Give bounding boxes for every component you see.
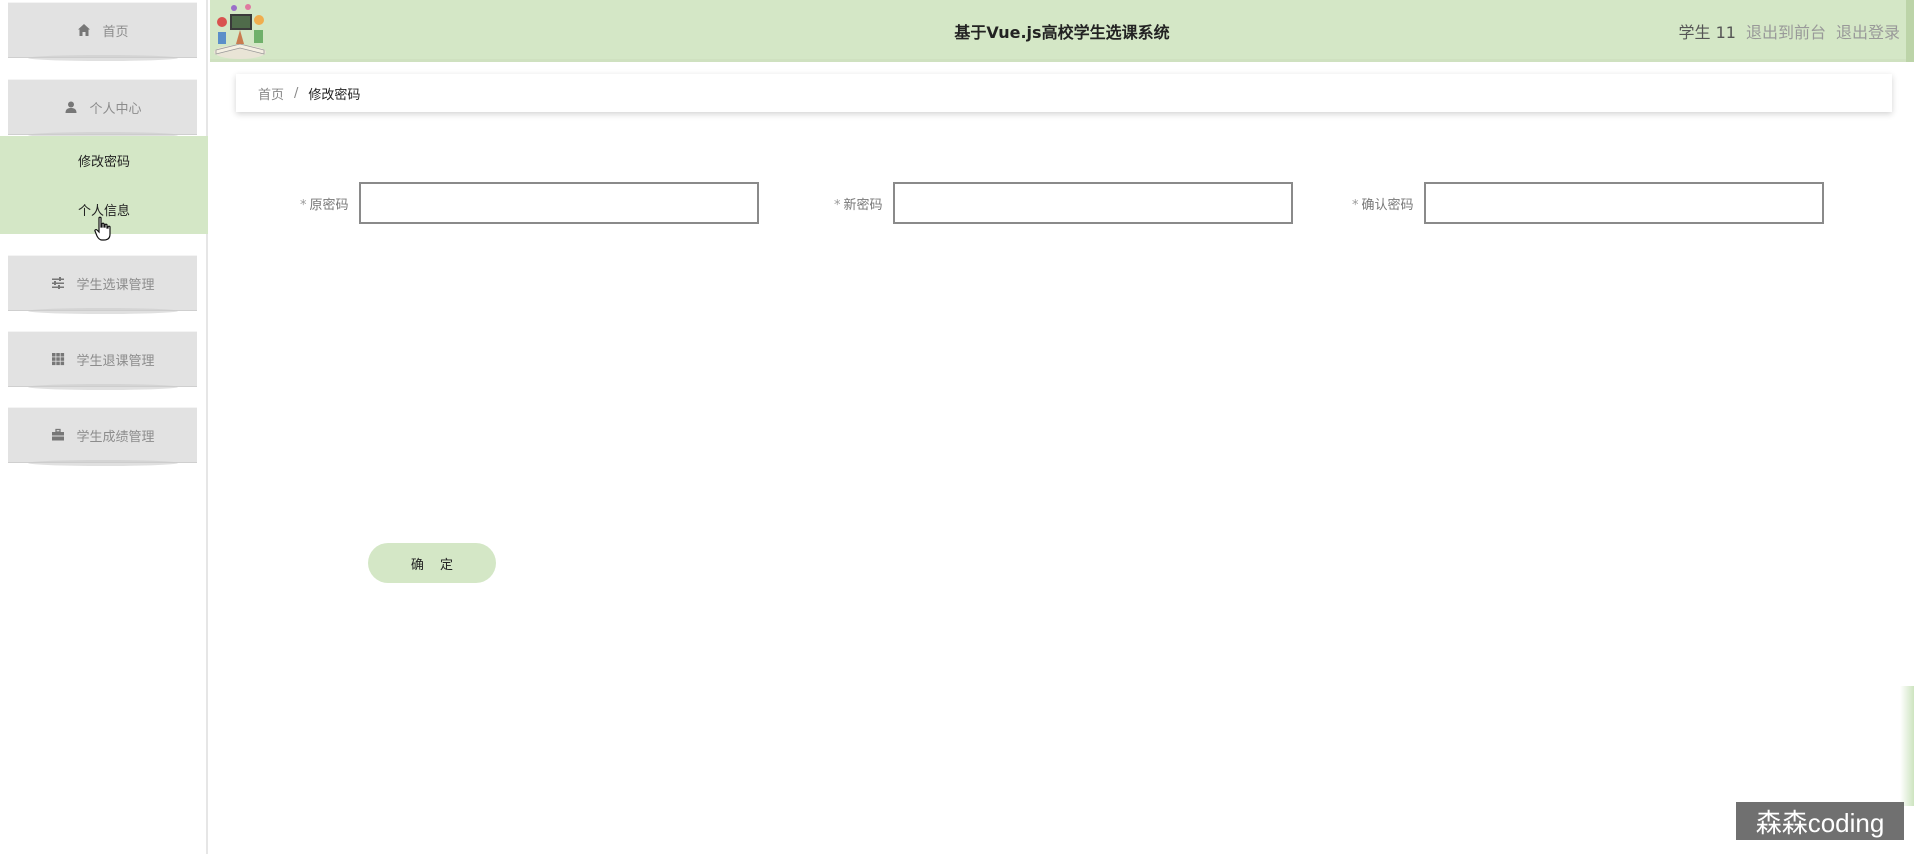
sidebar: 首页 个人中心 修改密码 个人信息 学生选课管理 学生退课管理 学生成绩管理	[0, 0, 208, 854]
confirm-password-label-text: 确认密码	[1361, 197, 1414, 213]
old-password-label: * 原密码	[300, 194, 359, 213]
app-title: 基于Vue.js高校学生选课系统	[954, 23, 1170, 42]
required-mark: *	[300, 197, 307, 213]
watermark: 森森coding	[1736, 802, 1904, 840]
sidebar-item-course-select[interactable]: 学生选课管理	[8, 255, 197, 311]
old-password-row: * 原密码	[300, 182, 759, 224]
breadcrumb: 首页 / 修改密码	[236, 74, 1892, 112]
old-password-label-text: 原密码	[309, 197, 349, 213]
top-header: 基于Vue.js高校学生选课系统 学生 11 退出到前台 退出登录	[210, 0, 1914, 62]
submenu-item-change-password[interactable]: 修改密码	[0, 136, 208, 185]
logout-link[interactable]: 退出登录	[1836, 19, 1900, 43]
breadcrumb-separator: /	[294, 85, 299, 101]
sidebar-item-label: 个人中心	[89, 101, 142, 117]
new-password-label-text: 新密码	[843, 197, 883, 213]
sidebar-item-label: 学生选课管理	[76, 277, 155, 293]
confirm-button[interactable]: 确 定	[368, 543, 496, 583]
sidebar-item-personal-center[interactable]: 个人中心	[8, 79, 197, 135]
breadcrumb-home[interactable]: 首页	[258, 84, 284, 103]
confirm-password-input[interactable]	[1423, 182, 1824, 224]
user-icon	[63, 99, 79, 115]
sidebar-item-home[interactable]: 首页	[8, 2, 197, 58]
new-password-row: * 新密码	[834, 182, 1293, 224]
edge-decoration	[1900, 686, 1914, 806]
new-password-input[interactable]	[892, 182, 1293, 224]
scrollbar[interactable]	[1906, 0, 1914, 62]
sliders-icon	[50, 275, 66, 291]
required-mark: *	[1352, 197, 1359, 213]
back-to-frontend-link[interactable]: 退出到前台	[1746, 19, 1826, 43]
old-password-input[interactable]	[358, 182, 759, 224]
hand-cursor-icon	[94, 216, 111, 241]
confirm-password-label: * 确认密码	[1352, 194, 1424, 213]
home-icon	[76, 22, 92, 38]
grid-icon	[50, 351, 66, 367]
sidebar-item-label: 学生成绩管理	[76, 429, 155, 445]
sidebar-item-label: 首页	[102, 24, 129, 40]
briefcase-icon	[50, 427, 66, 443]
confirm-password-row: * 确认密码	[1352, 182, 1824, 224]
required-mark: *	[834, 197, 841, 213]
sidebar-item-grades[interactable]: 学生成绩管理	[8, 407, 197, 463]
sidebar-item-course-drop[interactable]: 学生退课管理	[8, 331, 197, 387]
breadcrumb-current: 修改密码	[308, 87, 361, 103]
new-password-label: * 新密码	[834, 194, 893, 213]
header-user-area: 学生 11 退出到前台 退出登录	[1679, 0, 1900, 62]
sidebar-item-label: 学生退课管理	[76, 353, 155, 369]
current-user: 学生 11	[1678, 23, 1736, 42]
